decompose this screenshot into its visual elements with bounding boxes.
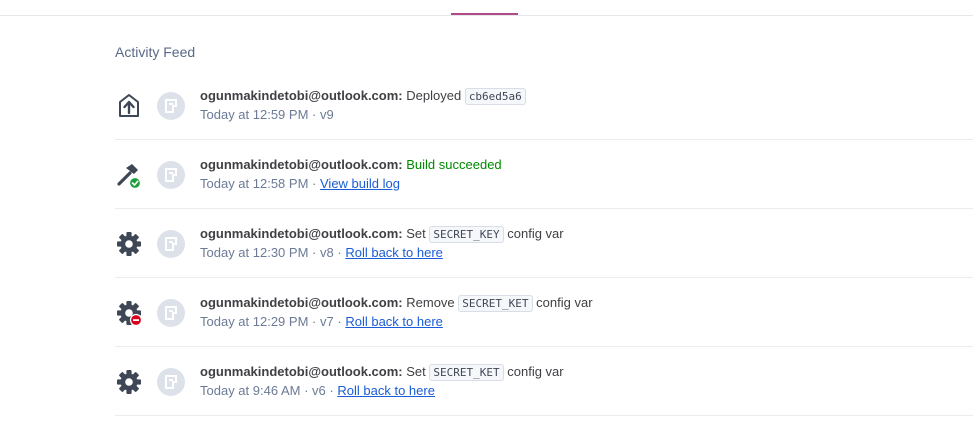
- event-meta: Today at 9:46 AM · v6 · Roll back to her…: [200, 383, 435, 398]
- separator: ·: [312, 176, 317, 191]
- event-meta: Today at 12:58 PM · View build log: [200, 176, 400, 191]
- event-meta: Today at 12:59 PM · v9: [200, 107, 334, 122]
- feed-item: ogunmakindetobi@outlook.com: Set SECRET_…: [115, 347, 973, 416]
- event-meta: Today at 12:30 PM · v8 · Roll back to he…: [200, 245, 443, 260]
- feed-item: ogunmakindetobi@outlook.com: Remove SECR…: [115, 278, 973, 347]
- release-version: v6: [312, 383, 326, 398]
- event-summary: ogunmakindetobi@outlook.com: Deployed cb…: [200, 88, 526, 105]
- feed-item: ogunmakindetobi@outlook.com: Deployed cb…: [115, 71, 973, 140]
- release-version: v8: [320, 245, 334, 260]
- user-email: ogunmakindetobi@outlook.com:: [200, 157, 403, 172]
- event-action: Set: [406, 226, 426, 241]
- feed-item: ogunmakindetobi@outlook.com: Set SECRET_…: [115, 209, 973, 278]
- separator: ·: [329, 383, 334, 398]
- config-var-name: SECRET_KET: [458, 295, 533, 312]
- config-var-name: SECRET_KEY: [429, 226, 504, 243]
- active-tab-indicator: [451, 13, 518, 15]
- user-email: ogunmakindetobi@outlook.com:: [200, 226, 403, 241]
- build-status: Build succeeded: [406, 157, 502, 172]
- gear-icon: [115, 230, 143, 258]
- commit-hash: cb6ed5a6: [464, 88, 526, 105]
- gear-remove-icon: [115, 299, 143, 327]
- separator: ·: [304, 383, 309, 398]
- avatar: [157, 230, 185, 258]
- user-email: ogunmakindetobi@outlook.com:: [200, 88, 403, 103]
- event-action: Set: [406, 364, 426, 379]
- event-action: Deployed: [406, 88, 462, 103]
- release-version: v7: [320, 314, 334, 329]
- event-summary: ogunmakindetobi@outlook.com: Build succe…: [200, 157, 502, 172]
- top-nav-bar: [0, 0, 973, 16]
- feed-item: ogunmakindetobi@outlook.com: Build succe…: [115, 140, 973, 209]
- roll-back-link[interactable]: Roll back to here: [337, 383, 435, 398]
- separator: ·: [312, 107, 317, 122]
- config-var-name: SECRET_KET: [429, 364, 504, 381]
- event-meta: Today at 12:29 PM · v7 · Roll back to he…: [200, 314, 443, 329]
- user-email: ogunmakindetobi@outlook.com:: [200, 364, 403, 379]
- separator: ·: [312, 245, 317, 260]
- event-action-suffix: config var: [536, 295, 593, 310]
- separator: ·: [337, 245, 342, 260]
- avatar: [157, 368, 185, 396]
- section-title: Activity Feed: [115, 44, 196, 60]
- user-email: ogunmakindetobi@outlook.com:: [200, 295, 403, 310]
- separator: ·: [337, 314, 342, 329]
- hammer-success-icon: [115, 161, 143, 189]
- avatar: [157, 92, 185, 120]
- event-summary: ogunmakindetobi@outlook.com: Set SECRET_…: [200, 364, 564, 381]
- event-summary: ogunmakindetobi@outlook.com: Remove SECR…: [200, 295, 593, 312]
- event-time: Today at 9:46 AM: [200, 383, 301, 398]
- event-action: Remove: [406, 295, 455, 310]
- event-time: Today at 12:29 PM: [200, 314, 309, 329]
- event-time: Today at 12:30 PM: [200, 245, 309, 260]
- release-version: v9: [320, 107, 334, 122]
- roll-back-link[interactable]: Roll back to here: [345, 314, 443, 329]
- event-time: Today at 12:58 PM: [200, 176, 309, 191]
- roll-back-link[interactable]: Roll back to here: [345, 245, 443, 260]
- separator: ·: [312, 314, 317, 329]
- event-summary: ogunmakindetobi@outlook.com: Set SECRET_…: [200, 226, 564, 243]
- deploy-upload-icon: [115, 92, 143, 120]
- avatar: [157, 161, 185, 189]
- gear-icon: [115, 368, 143, 396]
- event-action-suffix: config var: [507, 364, 564, 379]
- event-time: Today at 12:59 PM: [200, 107, 309, 122]
- view-build-log-link[interactable]: View build log: [320, 176, 400, 191]
- event-action-suffix: config var: [507, 226, 564, 241]
- avatar: [157, 299, 185, 327]
- activity-feed: ogunmakindetobi@outlook.com: Deployed cb…: [115, 71, 973, 416]
